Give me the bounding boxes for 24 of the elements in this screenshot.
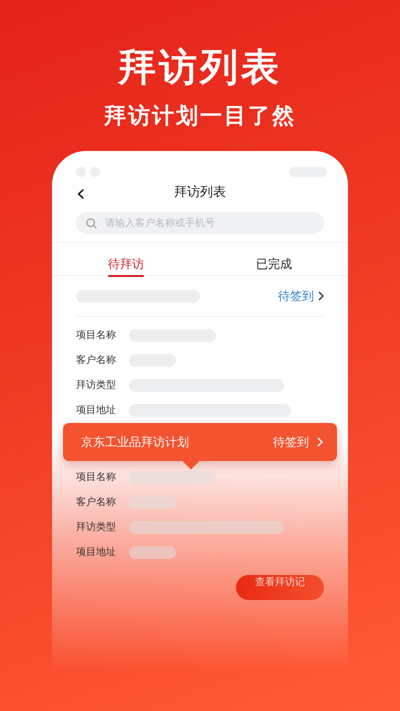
popup-status[interactable]: 待签到 — [273, 433, 309, 451]
tab[interactable]: 待拜访 — [108, 255, 144, 277]
headline: 拜访列表 — [116, 48, 283, 86]
popup-title: 京东工业品拜访计划 — [81, 434, 189, 451]
field-label: 客户名称 — [76, 496, 117, 510]
field-label: 项目地址 — [76, 546, 117, 560]
chevron-right-icon — [317, 437, 323, 447]
tab[interactable]: 已完成 — [256, 255, 292, 277]
chevron-right-icon — [318, 291, 324, 301]
search-field[interactable]: 请输入客户名称或手机号 — [76, 212, 324, 234]
field-label: 项目地址 — [76, 404, 117, 418]
field-label: 拜访类型 — [76, 520, 117, 535]
subheadline: 拜访计划一目了然 — [102, 106, 297, 128]
placeholder-bar — [129, 546, 176, 559]
field-label: 拜访类型 — [76, 378, 117, 393]
back-icon[interactable]: ‹ — [76, 181, 90, 205]
field-label: 项目名称 — [76, 471, 117, 485]
search-icon — [86, 218, 97, 228]
placeholder-bar — [129, 496, 176, 509]
field-label: 项目名称 — [76, 329, 117, 343]
status-link[interactable]: 待签到 — [278, 287, 314, 305]
view-records-button[interactable]: 查看拜访记 — [236, 575, 324, 600]
field-label: 客户名称 — [76, 354, 117, 368]
screen-title: 拜访列表 — [174, 184, 227, 202]
